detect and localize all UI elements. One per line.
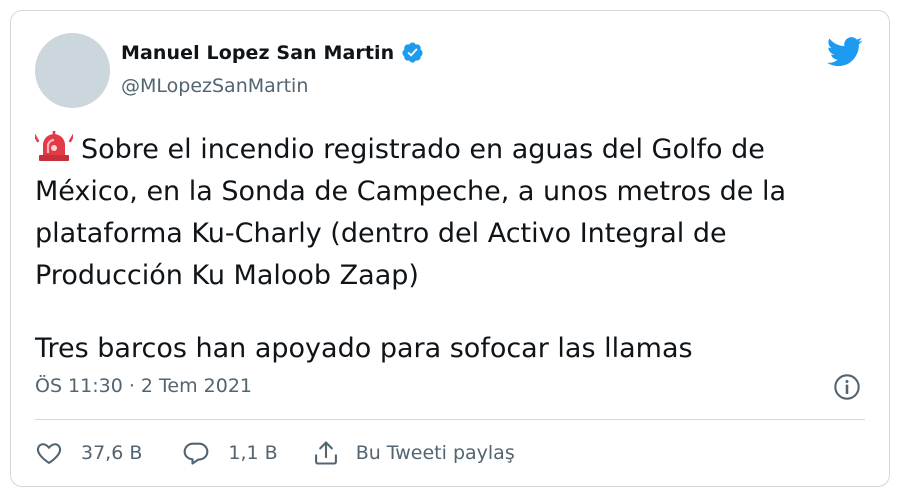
author-name-row: Manuel Lopez San Martin <box>121 41 424 64</box>
avatar[interactable] <box>35 33 110 108</box>
share-button[interactable]: Bu Tweeti paylaş <box>312 439 515 467</box>
tweet-line: Producción Ku Maloob Zaap) <box>35 260 419 291</box>
reply-count: 1,1 B <box>228 442 278 464</box>
tweet-text: Sobre el incendio registrado en aguas de… <box>35 129 865 370</box>
tweet-line: Sobre el incendio registrado en aguas de… <box>35 129 865 171</box>
tweet-timestamp[interactable]: ÖS 11:30 · 2 Tem 2021 <box>35 375 252 397</box>
tweet-line: plataforma Ku-Charly (dentro del Activo … <box>35 218 727 249</box>
tweet-line: México, en la Sonda de Campeche, a unos … <box>35 176 787 207</box>
share-label: Bu Tweeti paylaş <box>355 442 515 464</box>
reply-bubble-icon <box>184 442 209 465</box>
share-icon <box>314 441 337 465</box>
tweet-actions: 37,6 B 1,1 B Bu Tweeti paylaş <box>35 439 515 467</box>
like-button[interactable]: 37,6 B <box>35 439 142 467</box>
like-count: 37,6 B <box>81 442 143 464</box>
twitter-bird-icon[interactable] <box>827 37 863 67</box>
author-handle[interactable]: @MLopezSanMartin <box>121 75 308 97</box>
tweet-card: Manuel Lopez San Martin @MLopezSanMartin… <box>10 10 890 487</box>
info-icon[interactable] <box>833 373 861 401</box>
verified-badge-icon <box>402 42 423 63</box>
tweet-line-text: Sobre el incendio registrado en aguas de… <box>81 134 765 165</box>
divider <box>35 419 865 420</box>
heart-icon <box>36 443 62 464</box>
reply-button[interactable]: 1,1 B <box>182 439 278 467</box>
tweet-line: Tres barcos han apoyado para sofocar las… <box>35 333 693 364</box>
police-siren-icon <box>35 131 73 161</box>
author-name[interactable]: Manuel Lopez San Martin <box>121 42 394 64</box>
